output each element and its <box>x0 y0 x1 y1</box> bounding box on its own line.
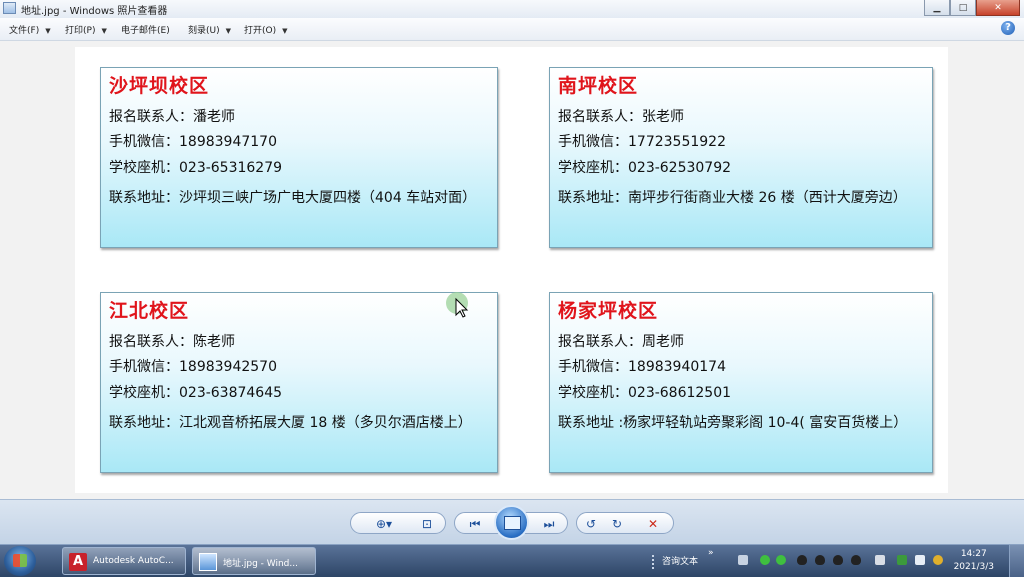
chevron-down-icon: ▼ <box>101 27 107 35</box>
grip-handle[interactable] <box>652 555 660 569</box>
slideshow-button[interactable] <box>494 505 529 540</box>
landline-number: 学校座机：023-63874645 <box>109 385 283 401</box>
rotate-delete-group: ↺ ↻ ✕ <box>576 512 674 534</box>
taskbar: A Autodesk AutoC... 地址.jpg - Wind... 咨询文… <box>0 544 1024 577</box>
slideshow-icon <box>504 516 521 530</box>
system-clock[interactable]: 14:27 2021/3/3 <box>954 548 994 574</box>
campus-card: 沙坪坝校区 报名联系人：潘老师 手机微信：18983947170 学校座机：02… <box>100 67 498 248</box>
delete-button[interactable]: ✕ <box>643 516 663 532</box>
network-icon[interactable] <box>915 555 925 565</box>
mouse-cursor-icon <box>446 292 469 318</box>
qq-icon[interactable] <box>797 555 807 565</box>
tray-app-icon[interactable] <box>933 555 943 565</box>
zoom-group: ⊕▾ ⊡ <box>350 512 446 534</box>
next-button[interactable]: ⏭ <box>537 516 561 532</box>
wechat-number: 手机微信：18983947170 <box>109 134 277 150</box>
rotate-counterclockwise-button[interactable]: ↺ <box>581 516 601 532</box>
wechat-number: 手机微信：17723551922 <box>558 134 726 150</box>
wechat-icon[interactable] <box>776 555 786 565</box>
start-button[interactable] <box>4 546 36 576</box>
landline-number: 学校座机：023-65316279 <box>109 160 283 176</box>
menu-burn[interactable]: 刻录(U) ▼ <box>188 23 231 36</box>
wechat-icon[interactable] <box>760 555 770 565</box>
address: 联系地址：沙坪坝三峡广场广电大厦四楼（404 车站对面） <box>109 190 477 206</box>
chevron-down-icon: ▼ <box>225 27 232 35</box>
wechat-number: 手机微信：18983940174 <box>558 359 726 375</box>
address: 联系地址：南坪步行街商业大楼 26 楼（西计大厦旁边） <box>558 190 907 206</box>
contact-person: 报名联系人：张老师 <box>558 109 684 125</box>
taskbar-item-photo-viewer[interactable]: 地址.jpg - Wind... <box>192 547 316 575</box>
qq-icon[interactable] <box>833 555 843 565</box>
campus-name: 江北校区 <box>109 300 190 322</box>
security-shield-icon[interactable] <box>897 555 907 565</box>
close-button[interactable]: ✕ <box>976 0 1020 16</box>
menu-email[interactable]: 电子邮件(E) <box>121 23 170 36</box>
taskbar-item-autocad[interactable]: A Autodesk AutoC... <box>62 547 186 575</box>
menu-open[interactable]: 打开(O) ▼ <box>244 23 288 36</box>
clock-time: 14:27 <box>960 549 987 559</box>
windows-logo-icon <box>13 554 27 567</box>
zoom-button[interactable]: ⊕▾ <box>369 516 399 532</box>
tray-toolbar-label[interactable]: 咨询文本 <box>662 554 698 567</box>
menu-file[interactable]: 文件(F) ▼ <box>9 23 51 36</box>
wechat-number: 手机微信：18983942570 <box>109 359 277 375</box>
contact-person: 报名联系人：潘老师 <box>109 109 235 125</box>
image-viewport: 沙坪坝校区 报名联系人：潘老师 手机微信：18983947170 学校座机：02… <box>0 41 1024 499</box>
campus-card: 杨家坪校区 报名联系人：周老师 手机微信：18983940174 学校座机：02… <box>549 292 933 473</box>
photo-viewer-icon <box>3 2 16 14</box>
campus-card: 南坪校区 报名联系人：张老师 手机微信：17723551922 学校座机：023… <box>549 67 933 248</box>
landline-number: 学校座机：023-62530792 <box>558 160 732 176</box>
campus-name: 南坪校区 <box>558 75 639 97</box>
rotate-clockwise-button[interactable]: ↻ <box>607 516 627 532</box>
viewer-toolbar: ⊕▾ ⊡ ⏮ ⏭ ↺ ↻ ✕ <box>0 499 1024 545</box>
address: 联系地址：江北观音桥拓展大厦 18 楼（多贝尔酒店楼上） <box>109 415 472 431</box>
actual-size-button[interactable]: ⊡ <box>417 516 437 532</box>
autocad-icon: A <box>69 553 87 571</box>
clock-date: 2021/3/3 <box>953 562 994 572</box>
show-desktop-button[interactable] <box>1009 545 1024 577</box>
previous-button[interactable]: ⏮ <box>463 516 487 532</box>
chevron-right-icon[interactable]: » <box>708 548 714 558</box>
menu-print[interactable]: 打印(P) ▼ <box>65 23 107 36</box>
speaker-icon[interactable] <box>875 555 885 565</box>
displayed-image: 沙坪坝校区 报名联系人：潘老师 手机微信：18983947170 学校座机：02… <box>75 47 948 493</box>
qq-icon[interactable] <box>851 555 861 565</box>
window-title: 地址.jpg - Windows 照片查看器 <box>21 6 168 17</box>
landline-number: 学校座机：023-68612501 <box>558 385 732 401</box>
address: 联系地址 :杨家坪轻轨站旁聚彩阁 10-4( 富安百货楼上） <box>558 415 908 431</box>
chevron-down-icon: ▼ <box>45 27 51 35</box>
qq-icon[interactable] <box>815 555 825 565</box>
contact-person: 报名联系人：陈老师 <box>109 334 235 350</box>
maximize-button[interactable]: □ <box>950 0 976 16</box>
menu-bar: 文件(F) ▼ 打印(P) ▼ 电子邮件(E) 刻录(U) ▼ 打开(O) ▼ ? <box>0 18 1024 41</box>
help-icon[interactable]: ? <box>1001 21 1015 35</box>
title-bar: 地址.jpg - Windows 照片查看器 ▁ □ ✕ <box>0 0 1024 19</box>
window-controls: ▁ □ ✕ <box>924 0 1020 17</box>
campus-name: 沙坪坝校区 <box>109 75 210 97</box>
contact-person: 报名联系人：周老师 <box>558 334 684 350</box>
minimize-button[interactable]: ▁ <box>924 0 950 16</box>
campus-card: 江北校区 报名联系人：陈老师 手机微信：18983942570 学校座机：023… <box>100 292 498 473</box>
campus-name: 杨家坪校区 <box>558 300 659 322</box>
chevron-down-icon: ▼ <box>282 27 288 35</box>
photo-viewer-icon <box>199 553 217 571</box>
keyboard-icon[interactable] <box>738 555 748 565</box>
